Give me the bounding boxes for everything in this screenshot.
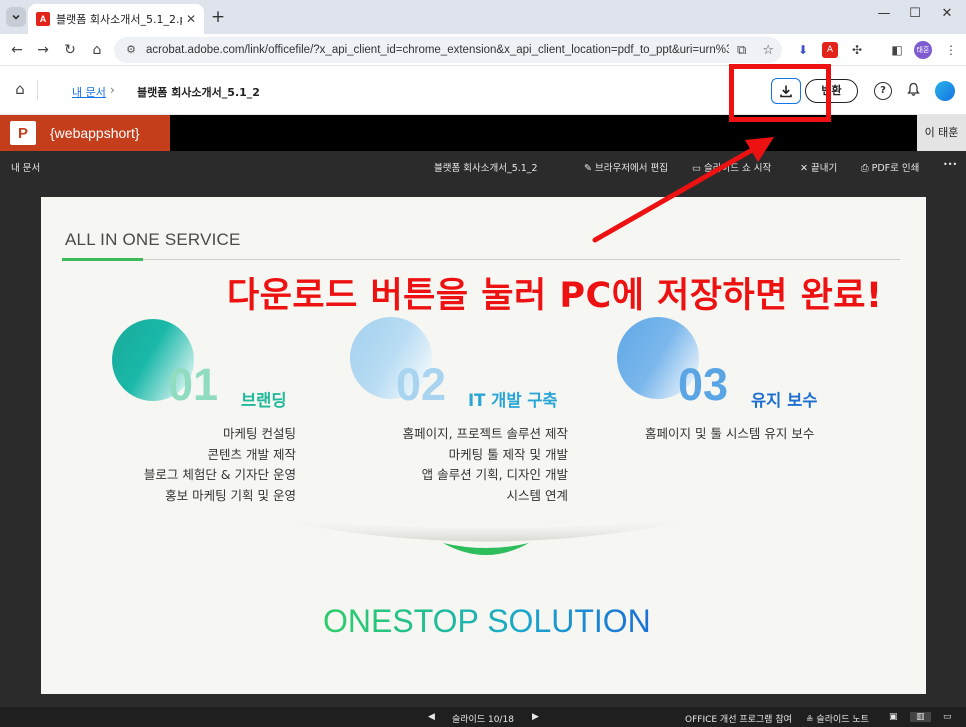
acrobat-header: ⌂ 내 문서 › 블랫폼 회사소개서_5.1_2 변환 ? (0, 66, 966, 115)
forward-arrow-icon[interactable]: → (32, 39, 54, 61)
notification-bell-icon[interactable] (904, 82, 922, 100)
browser-tab-active[interactable]: A 블랫폼 회사소개서_5.1_2.pptx ✕ (28, 4, 204, 34)
slideshow-icon: ▭ (692, 163, 701, 174)
acrobat-extension-icon[interactable]: A (822, 42, 838, 58)
more-options-icon[interactable]: ••• (943, 160, 957, 169)
service-number-2: 02 (396, 359, 447, 410)
printer-icon: ⎙ (861, 163, 869, 174)
download-instruction-annotation: 다운로드 버튼을 눌러 PC에 저장하면 완료! (227, 276, 883, 316)
slide-header: ALL IN ONE SERVICE (65, 230, 241, 249)
url-text: acrobat.adobe.com/link/officefile/?x_api… (146, 44, 730, 56)
ppt-user-account[interactable]: 이 태훈 (917, 115, 966, 151)
close-x-icon: ✕ (800, 163, 808, 174)
extensions-puzzle-icon[interactable]: ✣ (849, 42, 865, 58)
viewer-my-docs[interactable]: 내 문서 (11, 160, 40, 174)
decorative-sweep-shape (251, 514, 721, 555)
service-list-it: 홈페이지, 프로젝트 솔루션 제작 마케팅 툴 제작 및 개발 앱 솔루션 기획… (403, 423, 568, 505)
address-bar[interactable]: ⚙ acrobat.adobe.com/link/officefile/?x_a… (114, 37, 782, 63)
list-item: 마케팅 컨설팅 (223, 426, 296, 441)
minimize-icon[interactable]: — (873, 6, 895, 21)
list-item: 홈페이지, 프로젝트 솔루션 제작 (402, 426, 568, 441)
slide-viewer: 내 문서 블랫폼 회사소개서_5.1_2 ✎ 브라우저에서 편집 ▭ 슬라이드 … (0, 151, 966, 707)
print-pdf-label: PDF로 인쇄 (871, 163, 920, 174)
document-title: 블랫폼 회사소개서_5.1_2 (137, 86, 260, 99)
list-item: 홍보 마케팅 기획 및 운영 (165, 487, 296, 503)
exit-label: 끝내기 (811, 163, 838, 174)
extension-download-icon[interactable]: ⬇ (795, 42, 811, 58)
powerpoint-logo-icon: P (10, 121, 36, 145)
list-item: 마케팅 툴 제작 및 개발 (448, 446, 568, 462)
site-settings-icon[interactable]: ⚙ (124, 43, 138, 57)
list-item: 시스템 연계 (506, 487, 568, 503)
maximize-icon[interactable]: ☐ (904, 6, 926, 21)
bookmark-star-icon[interactable]: ☆ (762, 43, 774, 58)
browser-tabstrip: A 블랫폼 회사소개서_5.1_2.pptx ✕ + — ☐ ✕ (0, 0, 966, 34)
breadcrumb-separator: › (110, 83, 115, 97)
exit-button[interactable]: ✕ 끝내기 (800, 160, 837, 174)
start-slideshow-label: 슬라이드 쇼 시작 (704, 163, 772, 174)
reading-view-icon[interactable]: ▥ (910, 712, 931, 722)
back-arrow-icon[interactable]: ← (6, 39, 28, 61)
service-number-3: 03 (678, 359, 729, 410)
service-list-maintenance: 홈페이지 및 툴 시스템 유지 보수 (645, 423, 814, 444)
install-app-icon[interactable]: ⧉ (737, 43, 746, 58)
prev-slide-icon[interactable]: ◀ (428, 712, 435, 722)
convert-button[interactable]: 변환 (805, 79, 858, 103)
service-number-1: 01 (168, 359, 219, 410)
tab-close-icon[interactable]: ✕ (186, 12, 196, 26)
list-item: 블로그 체험단 & 기자단 운영 (143, 467, 296, 482)
breadcrumb-my-docs[interactable]: 내 문서 (72, 84, 106, 100)
list-item: 콘텐츠 개발 제작 (207, 446, 296, 462)
next-slide-icon[interactable]: ▶ (532, 712, 539, 722)
office-improvement-link[interactable]: OFFICE 개선 프로그램 참여 (685, 712, 792, 725)
browser-menu-icon[interactable]: ⋮ (943, 42, 959, 58)
slide-canvas: ALL IN ONE SERVICE 01 02 03 브랜딩 IT 개발 구축… (41, 197, 926, 694)
print-pdf-button[interactable]: ⎙ PDF로 인쇄 (861, 160, 919, 174)
pencil-icon: ✎ (584, 163, 592, 174)
header-accent-rule (62, 258, 143, 261)
edit-in-browser-label: 브라우저에서 편집 (595, 163, 668, 174)
edit-in-browser-button[interactable]: ✎ 브라우저에서 편집 (584, 160, 668, 174)
acrobat-app-switcher-icon[interactable] (935, 81, 955, 101)
header-rule (62, 259, 900, 260)
help-icon[interactable]: ? (874, 82, 892, 100)
ppt-app-name: {webappshort} (50, 125, 140, 141)
reload-icon[interactable]: ↻ (59, 39, 81, 61)
onestop-solution-text: ONESTOP SOLUTION (323, 603, 651, 639)
download-button[interactable] (771, 78, 801, 104)
service-title-maintenance: 유지 보수 (751, 391, 818, 410)
service-title-it: IT 개발 구축 (468, 391, 558, 410)
header-divider (37, 80, 38, 100)
list-item: 홈페이지 및 툴 시스템 유지 보수 (645, 426, 815, 441)
slide-position: 슬라이드 10/18 (452, 715, 514, 725)
chevron-down-icon (12, 14, 20, 20)
tab-search-button[interactable] (6, 7, 26, 27)
profile-avatar[interactable]: 태훈 (914, 41, 932, 59)
ppt-brand-area[interactable]: P {webappshort} (0, 115, 170, 151)
viewer-toolbar: 내 문서 블랫폼 회사소개서_5.1_2 ✎ 브라우저에서 편집 ▭ 슬라이드 … (0, 151, 966, 181)
viewer-file-name: 블랫폼 회사소개서_5.1_2 (434, 163, 538, 174)
browser-toolbar: ← → ↻ ⌂ ⚙ acrobat.adobe.com/link/officef… (0, 34, 966, 66)
acrobat-home-icon[interactable]: ⌂ (10, 80, 30, 100)
new-tab-plus-icon[interactable]: + (208, 7, 228, 27)
slide-notes-button[interactable]: ≗ 슬라이드 노트 (806, 712, 869, 725)
tab-title: 블랫폼 회사소개서_5.1_2.pptx (56, 13, 182, 26)
window-close-icon[interactable]: ✕ (936, 6, 958, 21)
download-icon (780, 85, 792, 98)
service-list-branding: 마케팅 컨설팅 콘텐츠 개발 제작 블로그 체험단 & 기자단 운영 홍보 마케… (144, 423, 296, 505)
normal-view-icon[interactable]: ▣ (889, 712, 898, 722)
slide-notes-label: 슬라이드 노트 (816, 715, 869, 725)
slideshow-view-icon[interactable]: ▭ (943, 712, 952, 722)
start-slideshow-button[interactable]: ▭ 슬라이드 쇼 시작 (692, 160, 771, 174)
list-item: 앱 솔루션 기획, 디자인 개발 (421, 467, 568, 482)
powerpoint-online-bar: P {webappshort} 이 태훈 (0, 115, 966, 151)
status-bar: ◀ 슬라이드 10/18 ▶ OFFICE 개선 프로그램 참여 ≗ 슬라이드 … (0, 707, 966, 727)
side-panel-icon[interactable]: ◧ (889, 42, 905, 58)
service-title-branding: 브랜딩 (241, 391, 287, 410)
acrobat-favicon-icon: A (36, 12, 50, 26)
home-icon[interactable]: ⌂ (86, 39, 108, 61)
notes-icon: ≗ (806, 715, 814, 725)
